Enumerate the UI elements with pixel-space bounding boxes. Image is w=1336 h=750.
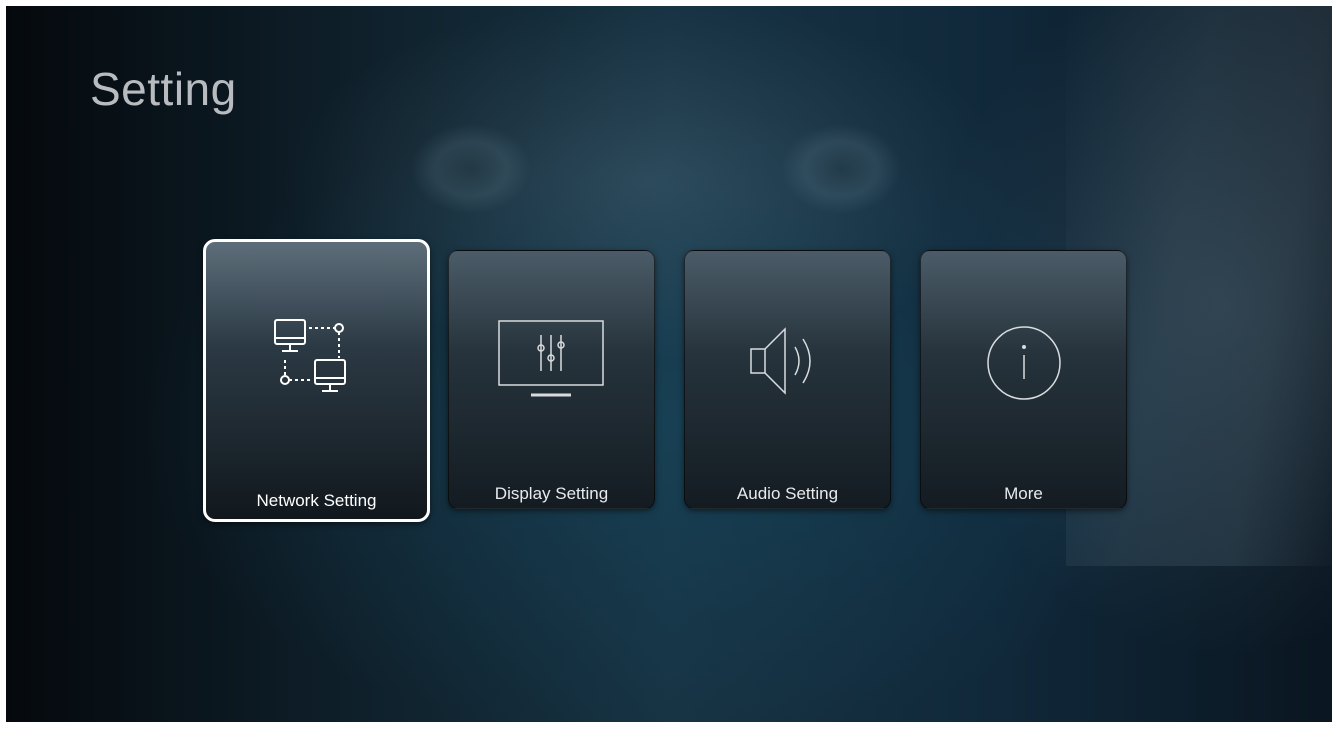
display-setting-label: Display Setting: [494, 484, 609, 503]
page-title: Setting: [90, 63, 237, 115]
network-setting-label: Network Setting: [256, 491, 377, 510]
display-settings-icon: [497, 320, 604, 397]
audio-setting-label: Audio Setting: [736, 484, 839, 503]
network-setting-tile[interactable]: Network Setting: [203, 239, 430, 522]
background-eye-left: [356, 124, 586, 214]
network-icon: [273, 319, 346, 392]
display-setting-tile[interactable]: Display Setting: [448, 250, 655, 509]
settings-screen: Setting Network Setting Display Setting …: [6, 6, 1332, 722]
audio-setting-tile[interactable]: Audio Setting: [684, 250, 891, 509]
info-icon: [986, 326, 1061, 400]
speaker-icon: [749, 327, 811, 395]
more-tile[interactable]: More: [920, 250, 1127, 509]
background-eye-right: [726, 124, 956, 214]
more-label: More: [1004, 484, 1043, 503]
